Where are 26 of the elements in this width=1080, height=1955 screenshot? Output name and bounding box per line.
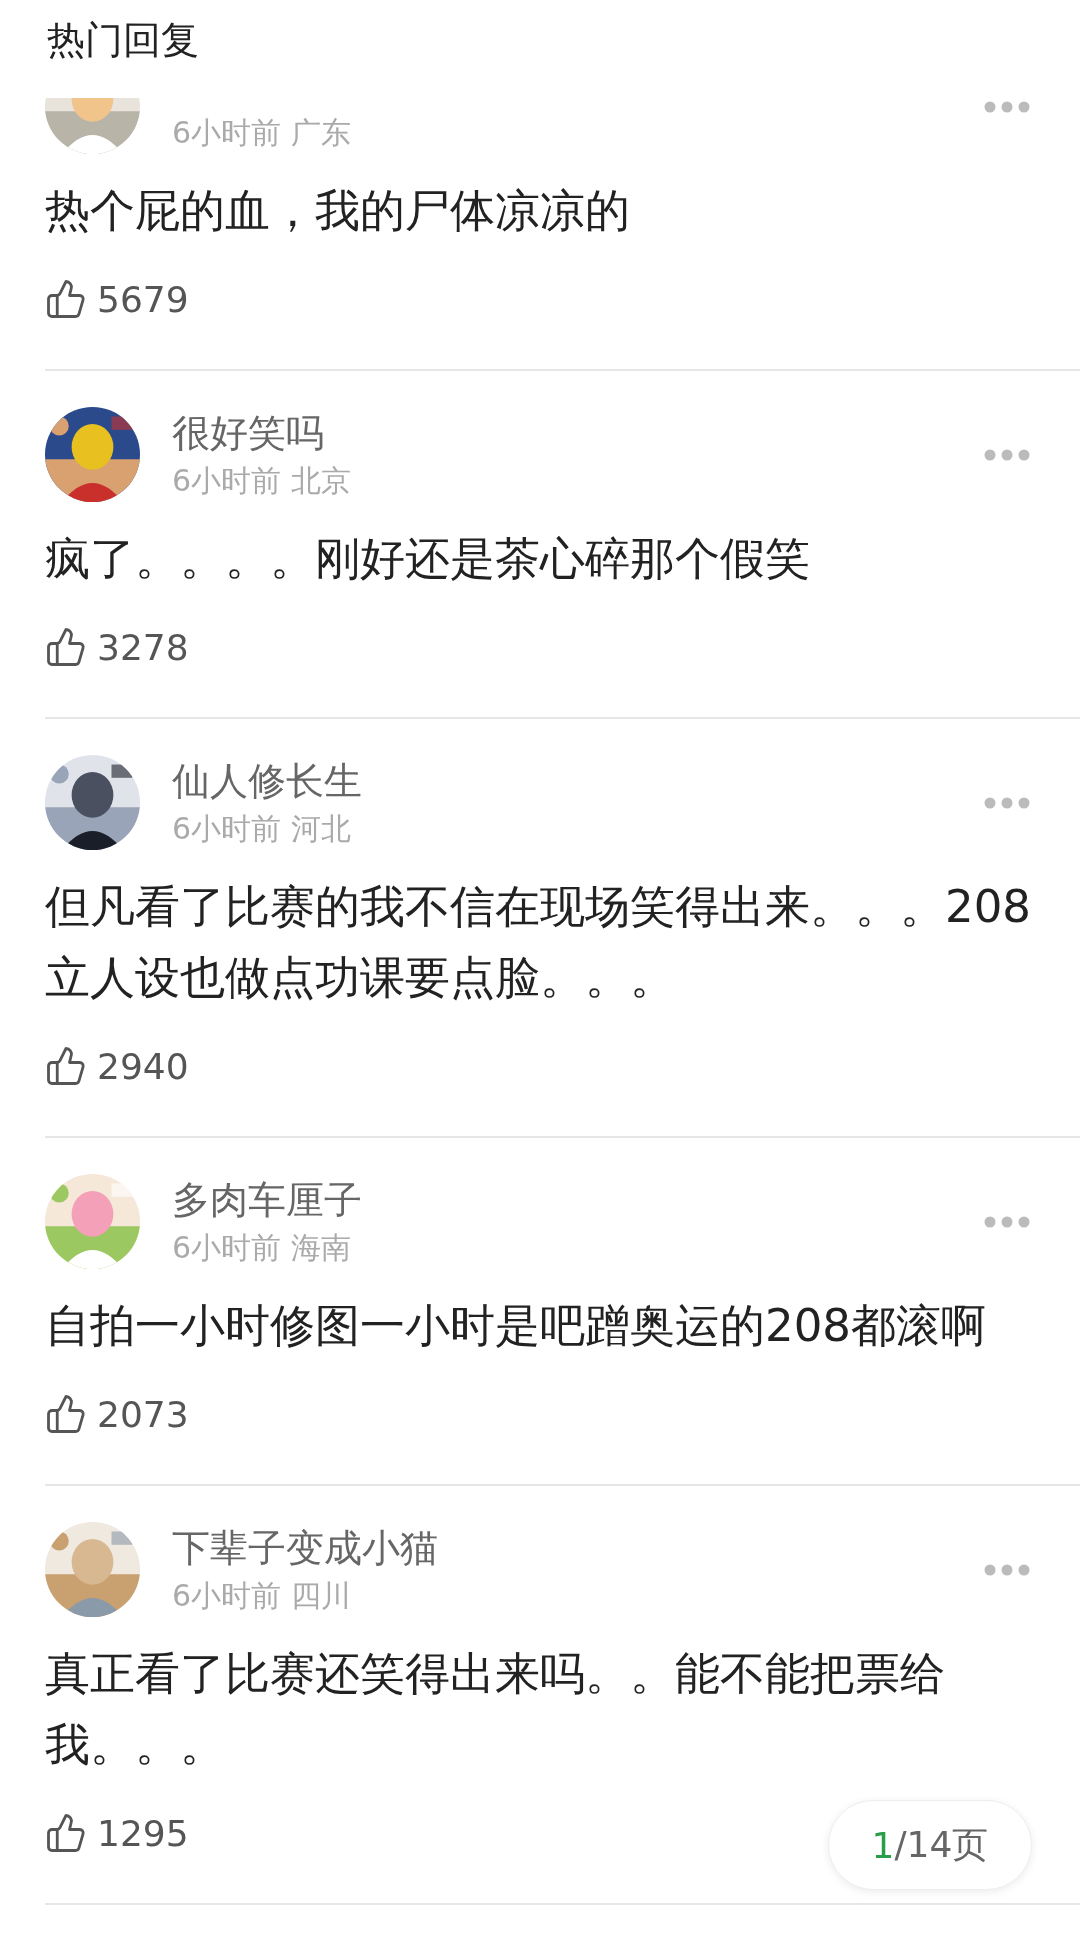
comment-meta: 6小时前 北京 <box>172 461 351 500</box>
like-count: 2073 <box>97 1393 189 1435</box>
like-count: 1295 <box>97 1812 189 1854</box>
comment-text: 自拍一小时修图一小时是吧蹭奥运的208都滚啊 <box>45 1298 987 1354</box>
comment-text: 热个屁的血，我的尸体凉凉的 <box>45 183 631 239</box>
username[interactable]: 仙人修长生 <box>172 755 362 806</box>
comment-meta: 6小时前 四川 <box>172 1576 351 1615</box>
thumbs-up-icon[interactable] <box>45 1045 87 1087</box>
like-count: 2940 <box>97 1045 189 1087</box>
comment-meta: 6小时前 河北 <box>172 809 351 848</box>
comment-text: 但凡看了比赛的我不信在现场笑得出来。。。208立人设也做点功课要点脸。。。 <box>45 879 1032 1006</box>
like-count: 5679 <box>97 278 189 320</box>
username[interactable]: 下辈子变成小猫 <box>172 1522 438 1573</box>
thumbs-up-icon[interactable] <box>45 278 87 320</box>
page-indicator[interactable]: 1/14页 <box>828 1800 1032 1890</box>
thumbs-up-icon[interactable] <box>45 626 87 668</box>
comment-text: 真正看了比赛还笑得出来吗。。能不能把票给我。。。 <box>45 1646 946 1773</box>
comment-meta: 6小时前 海南 <box>172 1228 351 1267</box>
comment-text: 疯了。。。。刚好还是茶心碎那个假笑 <box>45 531 811 587</box>
username[interactable]: 很好笑吗 <box>172 407 324 458</box>
thumbs-up-icon[interactable] <box>45 1393 87 1435</box>
username[interactable]: 多肉车厘子 <box>172 1174 362 1225</box>
like-count: 3278 <box>97 626 189 668</box>
comment-meta: 6小时前 广东 <box>172 113 351 152</box>
section-title: 热门回复 <box>47 17 199 64</box>
thumbs-up-icon[interactable] <box>45 1812 87 1854</box>
